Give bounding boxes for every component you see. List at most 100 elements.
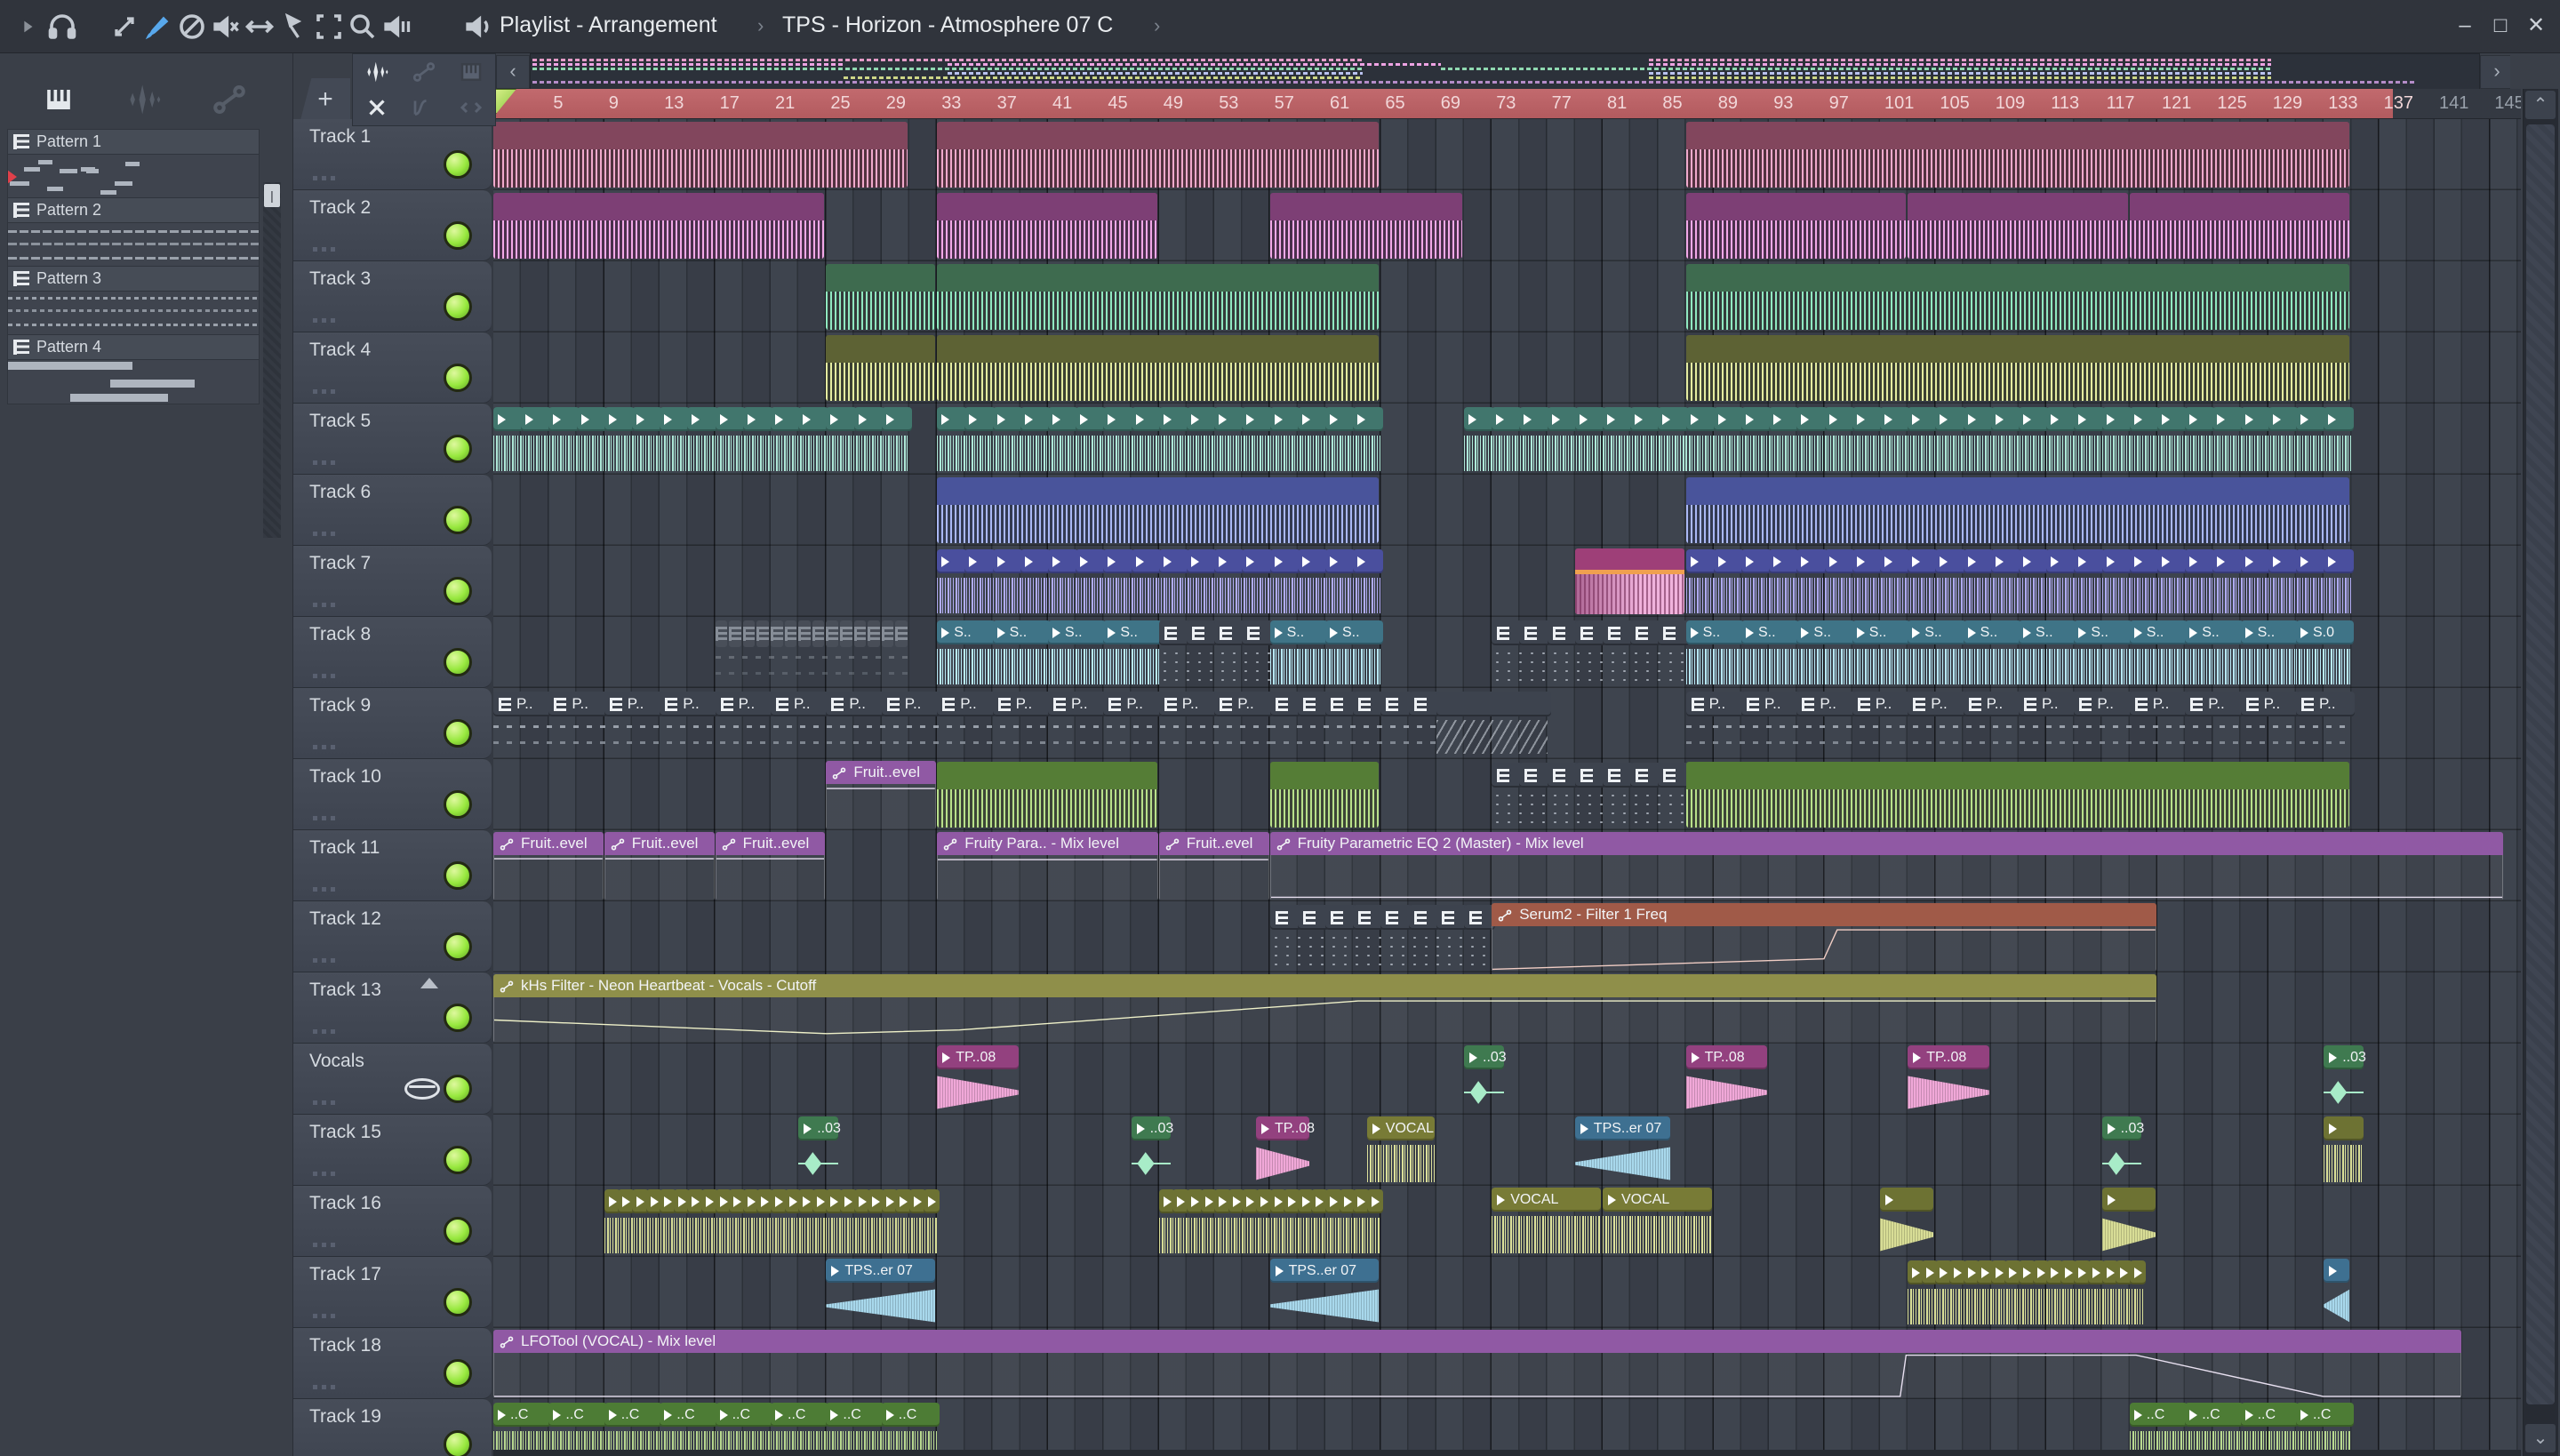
scroll-down-button[interactable]: ⌄	[2525, 1424, 2556, 1452]
step-clip[interactable]: P..	[937, 692, 996, 716]
automation-clip-header[interactable]: Fruity Parametric EQ 2 (Master) - Mix le…	[1269, 832, 2503, 855]
step-clip[interactable]: P..	[1740, 692, 1801, 716]
step-clip[interactable]	[1519, 620, 1551, 645]
audio-chip-group[interactable]: ..C ..C ..C ..C	[2129, 1401, 2355, 1456]
track-name[interactable]: Track 9	[309, 695, 371, 716]
track-header[interactable]: Track 11	[293, 830, 492, 901]
tool-curve-button[interactable]	[400, 90, 447, 125]
step-clip[interactable]	[1492, 763, 1524, 788]
step-clip-group[interactable]	[1269, 690, 1440, 757]
audio-chip[interactable]: ..C	[715, 1403, 773, 1427]
step-clip[interactable]	[1630, 763, 1662, 788]
audio-chip[interactable]	[2268, 549, 2299, 573]
step-clip[interactable]	[1492, 620, 1524, 645]
step-clip[interactable]: P..	[1103, 692, 1163, 716]
step-clip[interactable]	[1269, 905, 1301, 930]
audio-chip-group[interactable]: ..C ..C ..C ..C ..C ..C ..C ..C	[493, 1401, 940, 1456]
audio-chip[interactable]	[2295, 549, 2327, 573]
track-name[interactable]: Track 15	[309, 1122, 381, 1143]
audio-clip-header[interactable]: TP..08	[1685, 1045, 1768, 1069]
pattern-item[interactable]: Pattern 1	[7, 129, 260, 199]
vertical-scroll-thumb[interactable]	[2526, 124, 2555, 1404]
audio-chip[interactable]	[1324, 549, 1356, 573]
audio-chip[interactable]	[964, 407, 996, 431]
audio-chip[interactable]	[1879, 407, 1911, 431]
step-clip[interactable]	[1463, 905, 1496, 930]
automation-clip[interactable]: Fruit..evel	[715, 832, 826, 900]
audio-chip[interactable]: ..C	[2185, 1403, 2244, 1427]
audio-chip[interactable]	[687, 407, 718, 431]
audio-chip[interactable]	[1685, 549, 1716, 573]
audio-chip[interactable]	[853, 407, 884, 431]
pattern-clip[interactable]	[1685, 477, 2350, 543]
audio-chip[interactable]	[1103, 549, 1134, 573]
track-header[interactable]: Track 6	[293, 475, 492, 546]
audio-chip[interactable]	[2324, 549, 2355, 573]
audio-chip[interactable]	[1769, 549, 1800, 573]
track-mute-led[interactable]	[444, 932, 472, 961]
audio-chip[interactable]	[2018, 549, 2050, 573]
automation-clip-header[interactable]: Serum2 - Filter 1 Freq	[1492, 903, 2156, 926]
audio-chip[interactable]	[1935, 407, 1966, 431]
step-clip[interactable]	[1408, 905, 1440, 930]
audio-chip[interactable]: S..	[1852, 620, 1911, 644]
track-name[interactable]: Track 5	[309, 411, 371, 432]
step-clip[interactable]	[1574, 620, 1606, 645]
zoom-button[interactable]	[347, 11, 379, 43]
audio-chip[interactable]	[1713, 549, 1744, 573]
track-name[interactable]: Track 4	[309, 340, 371, 361]
audio-chip[interactable]	[1103, 407, 1134, 431]
step-clip[interactable]	[1602, 763, 1635, 788]
step-clip[interactable]: P..	[1963, 692, 2022, 716]
track-mute-led[interactable]	[444, 1359, 472, 1388]
audio-chip[interactable]	[1963, 549, 1994, 573]
audio-chip[interactable]: ..C	[826, 1403, 884, 1427]
pattern-clip[interactable]	[1685, 762, 2350, 828]
automation-clip[interactable]: Fruit..evel	[604, 832, 715, 900]
step-clip[interactable]	[1408, 692, 1440, 716]
step-clip[interactable]: P..	[1158, 692, 1219, 716]
track-header[interactable]: Track 5	[293, 404, 492, 475]
audio-clip-header[interactable]	[1880, 1188, 1934, 1212]
pattern-item-header[interactable]: Pattern 2	[7, 197, 260, 223]
audio-chip[interactable]	[1366, 1189, 1384, 1213]
audio-chip[interactable]	[771, 407, 802, 431]
step-clip[interactable]: P..	[2129, 692, 2189, 716]
audio-chip[interactable]	[1547, 407, 1578, 431]
audio-chip[interactable]	[1492, 407, 1523, 431]
audio-clip-header[interactable]	[2101, 1188, 2156, 1212]
tool-swap-button[interactable]	[448, 90, 495, 125]
step-clip[interactable]: P..	[881, 692, 941, 716]
audio-chip[interactable]: ..C	[2240, 1403, 2299, 1427]
step-clip-group[interactable]: P.. P.. P.. P.. P.. P.. P.. P.. P.. P.. P.. P.. P.. P…	[493, 690, 1274, 757]
audio-chip[interactable]	[1186, 407, 1218, 431]
audio-clip-header[interactable]: ..03	[1131, 1116, 1173, 1140]
track-mute-led[interactable]	[444, 1288, 472, 1316]
picker-tab-piano[interactable]	[36, 80, 82, 119]
audio-chip[interactable]	[521, 407, 552, 431]
automation-clip-header[interactable]: Fruit..evel	[715, 832, 826, 855]
audio-chip-group[interactable]	[1464, 405, 1689, 473]
step-clip[interactable]	[1547, 620, 1579, 645]
tool-wave-button[interactable]	[353, 54, 400, 90]
audio-chip[interactable]	[1574, 407, 1605, 431]
track-header[interactable]: Track 8	[293, 617, 492, 688]
audio-clip-header[interactable]	[2324, 1259, 2350, 1283]
audio-chip[interactable]	[1990, 549, 2021, 573]
step-clip-group[interactable]	[1436, 690, 1551, 757]
pattern-item[interactable]: Pattern 3	[7, 266, 260, 336]
step-clip[interactable]: P..	[771, 692, 830, 716]
draw-button[interactable]	[281, 11, 313, 43]
step-clip[interactable]	[1297, 905, 1329, 930]
audio-chip[interactable]	[1990, 407, 2021, 431]
maximize-button[interactable]: □	[2485, 14, 2516, 39]
step-clip[interactable]: P..	[1685, 692, 1745, 716]
headphones-button[interactable]	[46, 11, 78, 43]
audio-chip[interactable]	[2295, 407, 2327, 431]
audio-clip[interactable]: TP..08	[937, 1045, 1019, 1113]
audio-chip[interactable]	[1963, 407, 1994, 431]
audio-chip[interactable]	[798, 407, 829, 431]
step-clip-group[interactable]	[1158, 619, 1274, 686]
track-header[interactable]: Track 16	[293, 1186, 492, 1257]
audio-chip[interactable]: S..	[992, 620, 1051, 644]
